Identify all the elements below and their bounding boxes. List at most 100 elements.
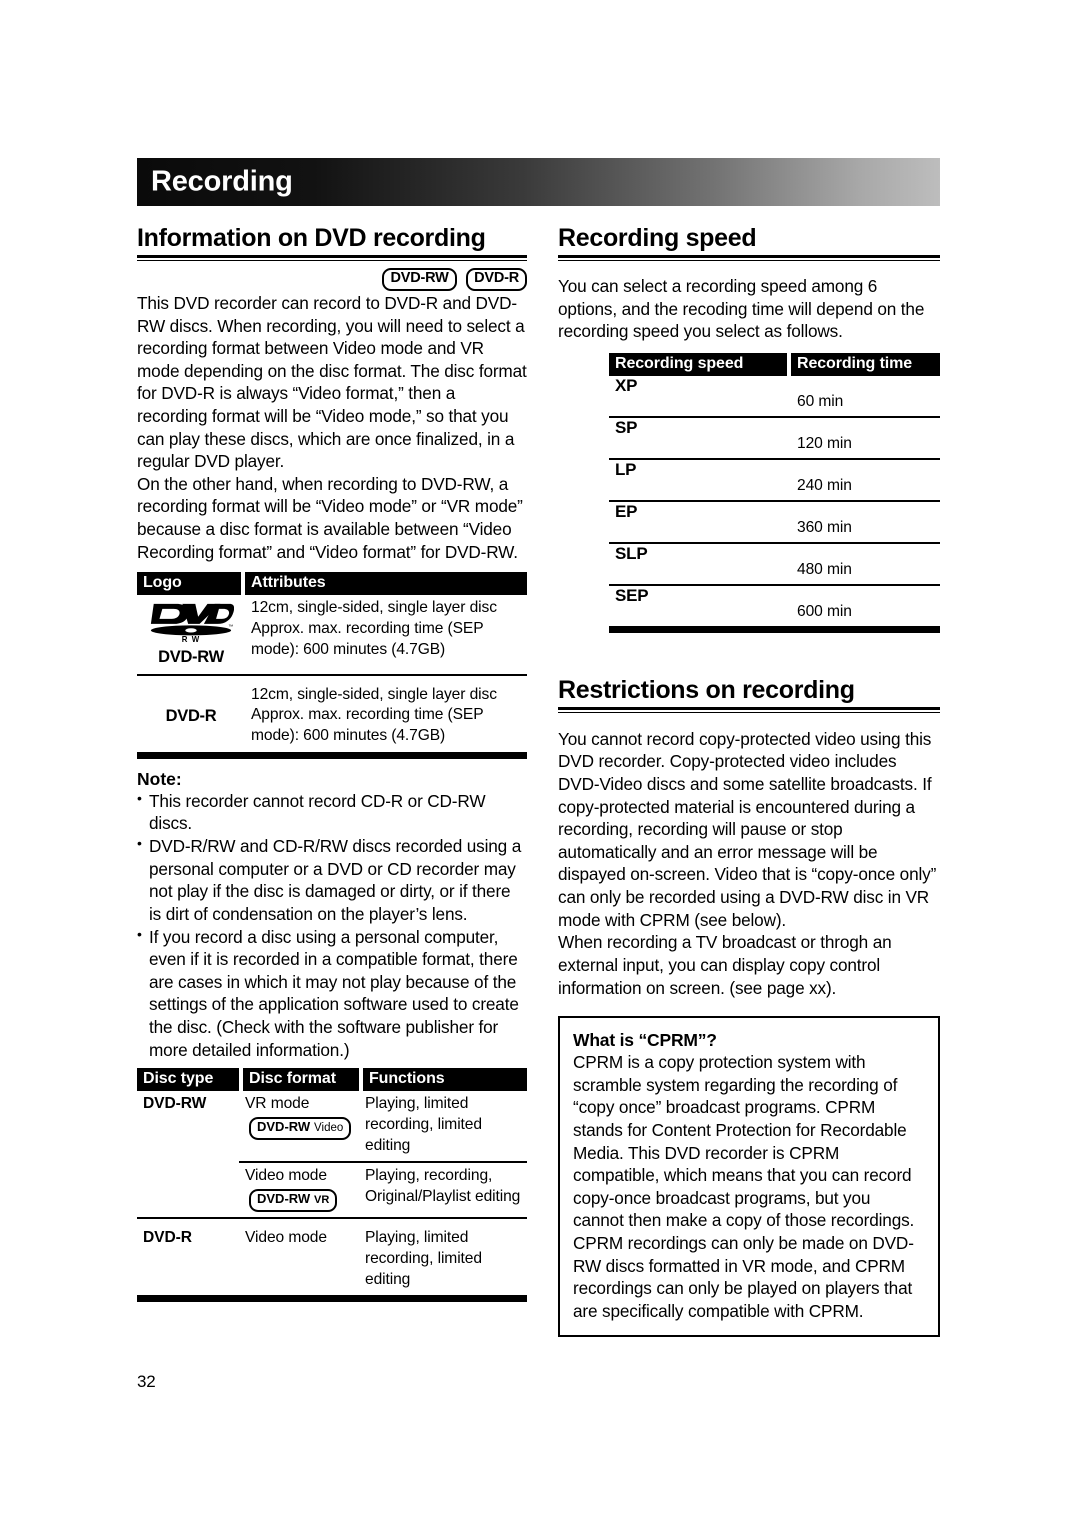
column-header-recording-speed: Recording speed xyxy=(609,352,787,376)
table-header-row: Recording speed Recording time xyxy=(609,352,940,376)
speed-label: SEP xyxy=(615,585,649,605)
column-header-functions: Functions xyxy=(363,1068,527,1092)
logo-attributes-table: Logo Attributes R W ™ DVD-RW 12cm, singl… xyxy=(137,572,527,752)
time-label: 360 min xyxy=(797,518,852,536)
table-row: DVD-R Video mode Playing, limited record… xyxy=(137,1217,527,1296)
table-row: Video mode DVD-RW VR Playing, recording,… xyxy=(137,1161,527,1219)
time-label: 60 min xyxy=(797,392,844,410)
column-header-attributes: Attributes xyxy=(245,572,527,596)
dvd-rw-attributes-cell: 12cm, single-sided, single layer disc Ap… xyxy=(251,599,497,658)
column-header-disc-format: Disc format xyxy=(243,1068,359,1092)
time-label: 480 min xyxy=(797,560,852,578)
dvd-r-logo-cell: DVD-R xyxy=(137,673,245,752)
disc-type-table: Disc type Disc format Functions DVD-RW V… xyxy=(137,1068,527,1296)
media-badge-dvd-r: DVD-R xyxy=(466,268,527,291)
time-cell: 360 min xyxy=(791,499,940,543)
disc-format-label: VR mode xyxy=(245,1095,310,1113)
logo-label-dvd-r: DVD-R xyxy=(165,706,217,725)
table-row: R W ™ DVD-RW 12cm, single-sided, single … xyxy=(137,595,527,674)
heading-rule xyxy=(137,255,527,261)
disc-format-cell: Video mode DVD-RW VR xyxy=(239,1161,359,1219)
disc-type-cell-empty xyxy=(137,1162,239,1218)
cprm-body: CPRM is a copy protection system with sc… xyxy=(573,1052,915,1321)
table-row: DVD-RW VR mode DVD-RW Video Playing, lim… xyxy=(137,1091,527,1162)
heading-rule xyxy=(558,706,940,713)
functions-cell: Playing, recording, Original/Playlist ed… xyxy=(359,1161,527,1219)
note-title: Note: xyxy=(137,768,182,789)
chapter-banner: Recording xyxy=(137,158,940,206)
dvd-rw-logo-cell: R W ™ DVD-RW xyxy=(137,595,245,674)
column-header-logo: Logo xyxy=(137,572,241,596)
logo-table-bottom-rule xyxy=(137,751,527,759)
media-badge-row: DVD-RW DVD-R xyxy=(137,268,527,292)
restrictions-paragraph-1: You cannot record copy-protected video u… xyxy=(558,728,937,930)
column-header-disc-type: Disc type xyxy=(137,1068,239,1092)
note-list: This recorder cannot record CD-R or CD-R… xyxy=(137,789,527,1062)
cprm-title: What is “CPRM”? xyxy=(573,1030,717,1051)
time-label: 240 min xyxy=(797,476,852,494)
time-cell: 240 min xyxy=(791,457,940,501)
speed-table-bottom-rule xyxy=(609,625,940,633)
speed-cell: LP xyxy=(609,457,791,501)
document-page: Recording Information on DVD recording D… xyxy=(0,0,1080,1528)
functions-cell: Playing, limited recording, limited edit… xyxy=(365,1095,482,1154)
disc-type-cell: DVD-R xyxy=(137,1217,239,1296)
speed-cell: EP xyxy=(609,499,791,543)
dvd-r-attributes-cell: 12cm, single-sided, single layer disc Ap… xyxy=(245,673,527,752)
functions-cell: Playing, limited recording, limited edit… xyxy=(359,1217,527,1296)
intro-paragraph-1: This DVD recorder can record to DVD-R an… xyxy=(137,293,527,472)
list-item: This recorder cannot record CD-R or CD-R… xyxy=(137,789,527,835)
list-item: If you record a disc using a personal co… xyxy=(137,925,527,1062)
speed-label: LP xyxy=(615,459,637,479)
speed-cell: SP xyxy=(609,415,791,459)
left-column: Information on DVD recording DVD-RW DVD-… xyxy=(137,224,527,1303)
cprm-callout-box: What is “CPRM”? CPRM is a copy protectio… xyxy=(558,1016,940,1338)
intro-paragraph-2: On the other hand, when recording to DVD… xyxy=(137,473,523,562)
svg-text:™: ™ xyxy=(228,625,233,631)
recording-speed-paragraph: You can select a recording speed among 6… xyxy=(558,276,925,342)
time-label: 120 min xyxy=(797,434,852,452)
section-heading-restrictions-on-recording: Restrictions on recording xyxy=(558,675,855,704)
column-header-recording-time: Recording time xyxy=(791,352,940,376)
section-heading-recording-speed: Recording speed xyxy=(558,224,757,252)
speed-label: EP xyxy=(615,501,638,521)
table-header-row: Disc type Disc format Functions xyxy=(137,1068,527,1092)
section-heading-information-on-dvd-recording: Information on DVD recording xyxy=(137,224,486,252)
svg-text:R W: R W xyxy=(182,635,201,644)
table-header-row: Logo Attributes xyxy=(137,572,527,596)
table-row: DVD-R 12cm, single-sided, single layer d… xyxy=(137,673,527,752)
speed-cell: SEP xyxy=(609,583,791,626)
table-row: SLP 480 min xyxy=(609,541,940,585)
speed-cell: XP xyxy=(609,376,791,417)
logo-label-dvd-rw: DVD-RW xyxy=(158,647,224,666)
table-row: EP 360 min xyxy=(609,499,940,543)
dvd-rw-disc-logo-icon: R W ™ xyxy=(150,604,234,644)
media-badge-dvd-rw: DVD-RW xyxy=(382,268,457,291)
disc-format-label: Video mode xyxy=(245,1167,327,1185)
table-row: SEP 600 min xyxy=(609,583,940,626)
right-column: Recording speed You can select a recordi… xyxy=(558,224,940,1338)
time-label: 600 min xyxy=(797,602,852,620)
speed-cell: SLP xyxy=(609,541,791,585)
page-number: 32 xyxy=(137,1372,156,1391)
time-cell: 600 min xyxy=(791,583,940,626)
recording-speed-table: Recording speed Recording time XP 60 min… xyxy=(609,352,940,626)
time-cell: 480 min xyxy=(791,541,940,585)
time-cell: 120 min xyxy=(791,415,940,459)
recording-speed-table-wrapper: Recording speed Recording time XP 60 min… xyxy=(609,352,940,633)
list-item: DVD-R/RW and CD-R/RW discs recorded usin… xyxy=(137,834,527,925)
heading-rule xyxy=(558,255,940,261)
table-row: SP 120 min xyxy=(609,415,940,459)
table-row: LP 240 min xyxy=(609,457,940,501)
disc-format-cell: VR mode DVD-RW Video xyxy=(239,1091,359,1162)
disc-type-cell: DVD-RW xyxy=(143,1095,207,1113)
disc-table-bottom-rule xyxy=(137,1295,527,1303)
speed-label: SP xyxy=(615,417,638,437)
speed-label: XP xyxy=(615,375,638,395)
disc-format-cell: Video mode xyxy=(239,1217,359,1296)
time-cell: 60 min xyxy=(791,376,940,417)
format-badge: DVD-RW Video xyxy=(249,1116,352,1140)
chapter-banner-title: Recording xyxy=(151,165,293,198)
format-badge: DVD-RW VR xyxy=(249,1189,338,1213)
table-row: XP 60 min xyxy=(609,376,940,417)
